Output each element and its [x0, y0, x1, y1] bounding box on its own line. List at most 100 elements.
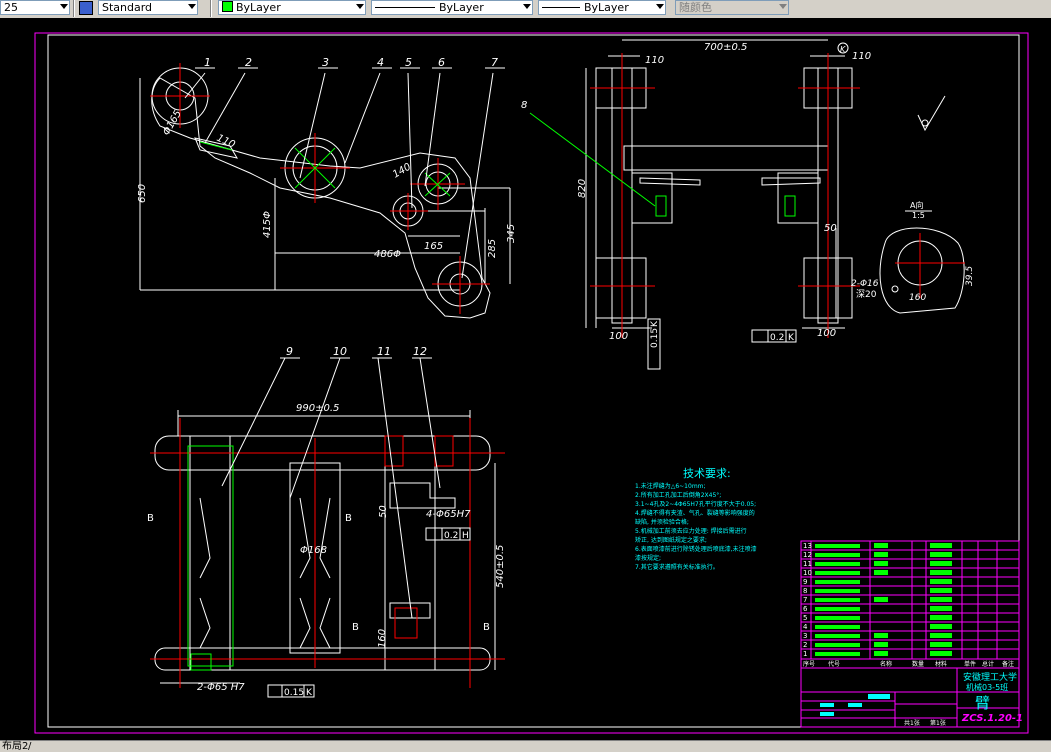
balloon-6: 6 — [438, 56, 445, 69]
drawing-canvas[interactable]: 1 2 3 4 5 6 7 Φ165 110 650 415Φ 140 165 … — [0, 18, 1051, 740]
balloon-10: 10 — [333, 345, 347, 358]
sheet-current: 第1张 — [930, 719, 946, 727]
tolerance-frame-c: 0.2 H — [425, 527, 471, 541]
plot-style-value: 随颜色 — [679, 1, 712, 14]
header-cell: 单件 — [964, 660, 976, 668]
dim-700: 700±0.5 — [704, 42, 747, 53]
layout-tabs-bar: 布局2 / — [0, 740, 1051, 752]
bom-row-number: 8 — [803, 587, 807, 595]
outer-frame — [34, 32, 1029, 734]
balloon-7: 7 — [491, 56, 498, 69]
dim-165: 165 — [424, 241, 443, 252]
section-b-mid: B — [345, 513, 352, 524]
dim-size-dropdown[interactable]: 25 — [0, 0, 70, 15]
tech-req-line: 2.所有加工孔加工后倒角2X45°; — [635, 491, 721, 499]
drawing-svg: 1 2 3 4 5 6 7 Φ165 110 650 415Φ 140 165 … — [34, 32, 1029, 734]
tech-req-line: 4.焊缝不得有夹渣、气孔、裂缝等影响强度的 — [635, 509, 755, 517]
tech-req-line: 1.未注焊缝为△6~10mm; — [635, 482, 706, 490]
dim-540: 540±0.5 — [495, 545, 506, 588]
dim-990: 990±0.5 — [296, 403, 339, 414]
dim-2holes: 2-Φ65 H7 — [197, 682, 245, 693]
side-view-green — [529, 112, 796, 217]
tol-c-ref: H — [462, 531, 469, 541]
header-cell: 代号 — [828, 660, 840, 668]
bom-row-number: 13 — [803, 542, 812, 550]
chevron-down-icon — [656, 4, 664, 9]
dim-4holes: 4-Φ65H7 — [426, 509, 471, 520]
detail-160: 160 — [909, 293, 926, 303]
circle-ref-k: K — [840, 45, 846, 54]
header-cell: 总计 — [982, 660, 994, 668]
lineweight-sample-icon — [542, 7, 580, 8]
title-block-text: 安徽理工大学 机械03-5班 臂 ZCS.1.20-1 共1张 第1张 — [904, 671, 1023, 727]
balloon-4: 4 — [377, 56, 384, 69]
tech-req-line: 7.其它要求遵照有关标准执行。 — [635, 563, 719, 571]
plot-style-dropdown[interactable]: 随颜色 — [675, 0, 789, 15]
tab-layout2[interactable]: 布局2 — [2, 741, 28, 752]
linetype-sample-icon — [375, 7, 435, 8]
front-view — [139, 67, 511, 319]
section-b-mid2: B — [352, 622, 359, 633]
drawing-number: ZCS.1.20-1 — [961, 713, 1023, 724]
dim-415: 415Φ — [262, 211, 273, 238]
chevron-down-icon — [523, 4, 531, 9]
linetype-value: ByLayer — [439, 1, 484, 14]
balloon-11: 11 — [377, 345, 391, 358]
bom-row-number: 3 — [803, 632, 807, 640]
balloon-12: 12 — [413, 345, 427, 358]
balloon-labels: 1 2 3 4 5 6 7 — [204, 56, 498, 69]
dim-486: 486Φ — [374, 249, 401, 260]
dim-size-value: 25 — [4, 1, 18, 14]
dim-650: 650 — [137, 184, 148, 203]
dim-160: 160 — [377, 629, 388, 648]
bom-row-number: 1 — [803, 650, 807, 658]
chevron-down-icon — [188, 4, 196, 9]
detail-a-view: A向 1:5 2-Φ16 深20 160 39.5 — [851, 200, 975, 314]
tech-req-line: 矫正, 达到图纸规定之要求; — [635, 536, 707, 544]
side-view-dims: 700±0.5 110 110 820 100 100 50 8 K — [521, 42, 871, 342]
tech-req-line: 6.表面喷漆前进行除锈处理后喷底漆,未注喷漆 — [635, 545, 757, 553]
color-value: ByLayer — [236, 1, 281, 14]
dim-110b: 110 — [852, 51, 871, 62]
section-b-left: B — [147, 513, 154, 524]
tol-c-value: 0.2 — [444, 531, 458, 541]
linetype-dropdown[interactable]: ByLayer — [371, 0, 533, 15]
title-block-header: 序号 代号 名称 数量 材料 单件 总计 备注 — [803, 660, 1014, 668]
bottom-leader-lines — [221, 357, 441, 619]
bom-row-number: 11 — [803, 560, 812, 568]
detail-39: 39.5 — [965, 266, 975, 286]
color-dropdown[interactable]: ByLayer — [218, 0, 366, 15]
tolerance-frame-a: 0.15 K — [647, 318, 661, 370]
tol-b-value: 0.2 — [770, 333, 784, 343]
lineweight-dropdown[interactable]: ByLayer — [538, 0, 666, 15]
dim-100a: 100 — [609, 331, 628, 342]
lineweight-value: ByLayer — [584, 1, 629, 14]
school-name: 安徽理工大学 — [963, 671, 1017, 683]
bom-green-cells — [815, 543, 952, 656]
header-cell: 数量 — [912, 660, 924, 668]
bom-row-number: 6 — [803, 605, 808, 613]
color-swatch-icon — [222, 1, 233, 12]
chevron-down-icon — [356, 4, 364, 9]
text-style-value: Standard — [102, 1, 153, 14]
sheet-total: 共1张 — [904, 719, 920, 727]
chevron-down-icon — [60, 4, 68, 9]
dim-50: 50 — [378, 505, 389, 518]
text-style-icon[interactable] — [79, 1, 93, 15]
header-cell: 序号 — [803, 660, 815, 668]
detail-title: A向 — [910, 200, 923, 210]
detail-holes: 2-Φ16 — [851, 279, 879, 289]
balloon-3: 3 — [322, 56, 329, 69]
dim-110a: 110 — [645, 55, 664, 66]
balloon-9: 9 — [286, 345, 293, 358]
dim-phi165: Φ165 — [161, 109, 184, 138]
dim-285: 285 — [487, 239, 498, 258]
class-name: 机械03-5班 — [966, 682, 1008, 692]
toolbar-separator — [73, 0, 75, 17]
bom-row-number: 10 — [803, 569, 812, 577]
header-cell: 名称 — [880, 660, 892, 668]
tech-req-title: 技术要求: — [683, 467, 731, 480]
balloon-5: 5 — [405, 56, 412, 69]
text-style-dropdown[interactable]: Standard — [98, 0, 198, 15]
bom-row-number: 7 — [803, 596, 807, 604]
